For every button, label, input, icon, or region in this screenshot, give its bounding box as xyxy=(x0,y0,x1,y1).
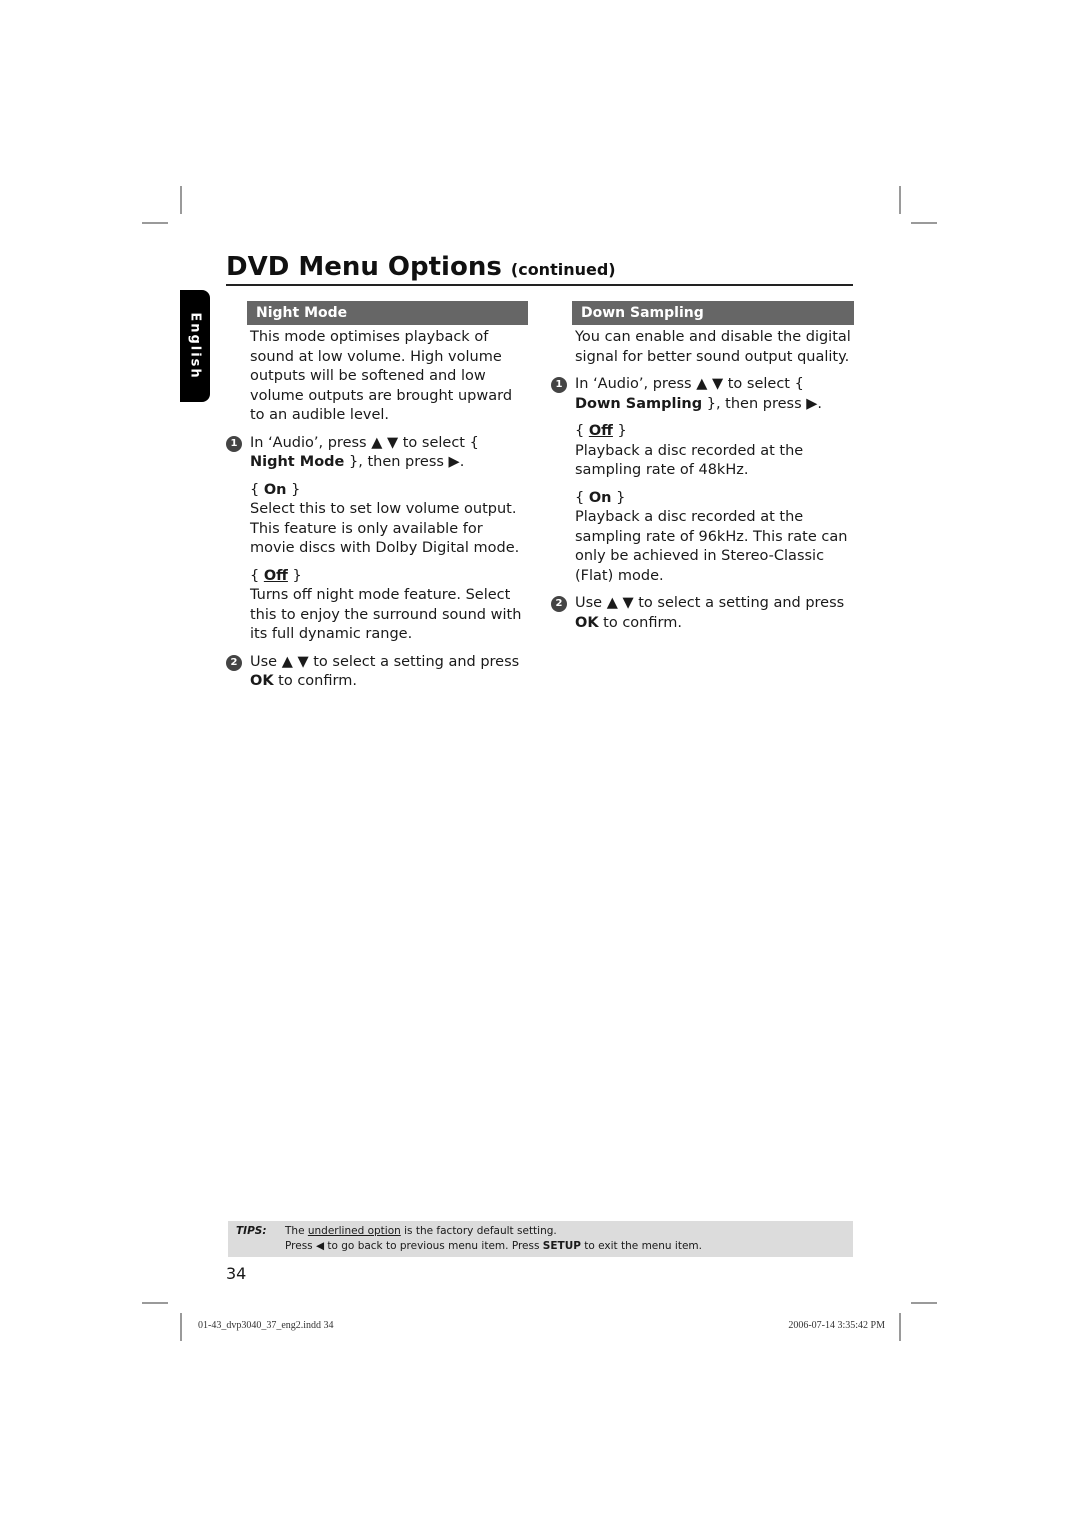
option-off-default: { Off } Turns off night mode feature. Se… xyxy=(250,567,528,645)
night-mode-section: Night Mode This mode optimises playback … xyxy=(226,301,528,692)
crop-mark xyxy=(180,186,182,214)
crop-mark xyxy=(142,222,168,224)
step-number-icon: 2 xyxy=(551,596,567,612)
tips-line-2: Press ◀ to go back to previous menu item… xyxy=(285,1239,702,1254)
tips-text: to exit the menu item. xyxy=(580,1240,702,1252)
step-keyword: Down Sampling xyxy=(575,395,703,412)
tips-underlined: underlined option xyxy=(307,1225,401,1237)
tips-text: The xyxy=(285,1225,308,1237)
option-description: Select this to set low volume output. Th… xyxy=(250,501,520,556)
tips-line-1: The underlined option is the factory def… xyxy=(285,1224,557,1239)
step-text: Use ▲ ▼ to select a setting and press xyxy=(575,595,845,611)
crop-mark xyxy=(911,222,937,224)
step-keyword: OK xyxy=(250,673,274,689)
option-on: { On } Select this to set low volume out… xyxy=(250,481,528,559)
step-text: }, then press ▶. xyxy=(702,395,823,412)
option-description: Playback a disc recorded at the sampling… xyxy=(575,442,804,479)
step-text: to confirm. xyxy=(273,673,357,689)
tips-label: TIPS: xyxy=(236,1225,267,1237)
step-keyword: Night Mode xyxy=(250,454,345,470)
option-on: { On } Playback a disc recorded at the s… xyxy=(575,489,854,587)
page-title: DVD Menu Options (continued) xyxy=(226,250,853,286)
section-heading: Night Mode xyxy=(247,301,528,325)
section-intro: You can enable and disable the digital s… xyxy=(575,329,851,365)
step-text: In ‘Audio’, press ▲ ▼ to select { xyxy=(575,376,804,392)
step-number-icon: 2 xyxy=(226,654,242,671)
tips-text: is the factory default setting. xyxy=(400,1225,557,1237)
step-text: }, then press ▶. xyxy=(344,454,465,470)
title-continued: (continued) xyxy=(510,260,616,279)
crop-mark xyxy=(911,1302,937,1304)
slug-filename: 01-43_dvp3040_37_eng2.indd 34 xyxy=(198,1320,334,1331)
option-label: On xyxy=(588,489,612,506)
step-text: In ‘Audio’, press ▲ ▼ to select { xyxy=(250,434,479,451)
step-number-icon: 1 xyxy=(551,377,567,393)
page-number: 34 xyxy=(226,1264,247,1283)
option-label: Off xyxy=(588,423,613,439)
step-1: 1 In ‘Audio’, press ▲ ▼ to select { Nigh… xyxy=(226,434,528,473)
language-tab: English xyxy=(180,290,210,402)
step-text: Use ▲ ▼ to select a setting and press xyxy=(250,653,520,670)
tips-box: TIPS: The underlined option is the facto… xyxy=(228,1221,853,1257)
down-sampling-section: Down Sampling You can enable and disable… xyxy=(551,301,854,633)
crop-mark xyxy=(180,1313,182,1341)
step-text: to confirm. xyxy=(598,614,682,631)
option-off-default: { Off } Playback a disc recorded at the … xyxy=(575,422,854,481)
tips-text: Press ◀ to go back to previous menu item… xyxy=(285,1240,543,1252)
step-2: 2 Use ▲ ▼ to select a setting and press … xyxy=(551,594,854,633)
step-keyword: OK xyxy=(575,614,599,631)
option-label: On xyxy=(263,481,287,498)
tips-keyword: SETUP xyxy=(542,1240,581,1252)
option-label: Off xyxy=(263,567,288,584)
option-description: Turns off night mode feature. Select thi… xyxy=(250,587,522,642)
section-heading: Down Sampling xyxy=(572,301,854,325)
step-2: 2 Use ▲ ▼ to select a setting and press … xyxy=(226,653,528,692)
title-text: DVD Menu Options xyxy=(226,252,502,282)
step-number-icon: 1 xyxy=(226,435,242,452)
step-1: 1 In ‘Audio’, press ▲ ▼ to select { Down… xyxy=(551,375,854,414)
option-description: Playback a disc recorded at the sampling… xyxy=(575,509,848,584)
section-intro: This mode optimises playback of sound at… xyxy=(250,329,513,423)
crop-mark xyxy=(899,186,901,214)
language-tab-label: English xyxy=(187,312,203,380)
crop-mark xyxy=(899,1313,901,1341)
crop-mark xyxy=(142,1302,168,1304)
slug-date: 2006-07-14 3:35:42 PM xyxy=(788,1320,885,1331)
